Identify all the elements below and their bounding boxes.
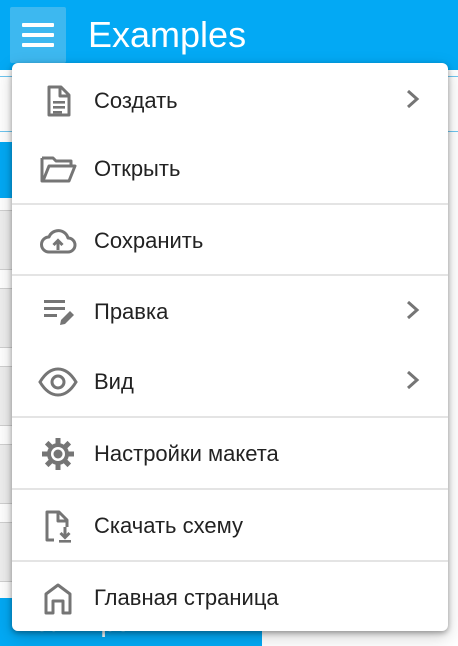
menu-item-label: Скачать схему <box>94 513 243 538</box>
edit-list-icon <box>38 292 78 332</box>
home-icon <box>38 578 78 618</box>
file-download-icon <box>38 506 78 546</box>
menu-item-label: Правка <box>94 299 169 324</box>
app-title: Examples <box>88 14 247 55</box>
menu-divider <box>12 488 448 490</box>
chevron-right-icon <box>402 87 424 111</box>
eye-icon <box>38 362 78 402</box>
menu-item-label: Главная страница <box>94 585 279 610</box>
menu-divider <box>12 274 448 276</box>
gear-icon <box>38 434 78 474</box>
menu-item-download-scheme[interactable]: Скачать схему <box>12 492 448 556</box>
menu-item-save[interactable]: Сохранить <box>12 207 448 271</box>
hamburger-line <box>22 33 54 37</box>
document-icon <box>38 81 78 121</box>
menu-divider <box>12 416 448 418</box>
menu-button[interactable] <box>10 7 66 63</box>
hamburger-line <box>22 43 54 47</box>
menu-item-view[interactable]: Вид <box>12 348 448 412</box>
menu-item-label: Создать <box>94 88 178 113</box>
menu-item-edit[interactable]: Правка <box>12 278 448 342</box>
cloud-upload-icon <box>38 221 78 261</box>
menu-item-layout-settings[interactable]: Настройки макета <box>12 420 448 484</box>
app-bar: Examples <box>0 0 458 70</box>
menu-divider <box>12 560 448 562</box>
menu-item-label: Настройки макета <box>94 441 279 466</box>
main-menu-dropdown: Создать Открыть Сохранить Правка Вид Нас… <box>12 63 448 631</box>
chevron-right-icon <box>402 368 424 392</box>
menu-item-open[interactable]: Открыть <box>12 135 448 199</box>
hamburger-menu-icon <box>22 23 54 27</box>
menu-item-label: Открыть <box>94 156 181 181</box>
menu-item-create[interactable]: Создать <box>12 67 448 131</box>
chevron-right-icon <box>402 298 424 322</box>
menu-item-label: Вид <box>94 369 134 394</box>
menu-item-label: Сохранить <box>94 228 204 253</box>
folder-open-icon <box>38 149 78 189</box>
menu-item-home-page[interactable]: Главная страница <box>12 564 448 628</box>
menu-divider <box>12 203 448 205</box>
